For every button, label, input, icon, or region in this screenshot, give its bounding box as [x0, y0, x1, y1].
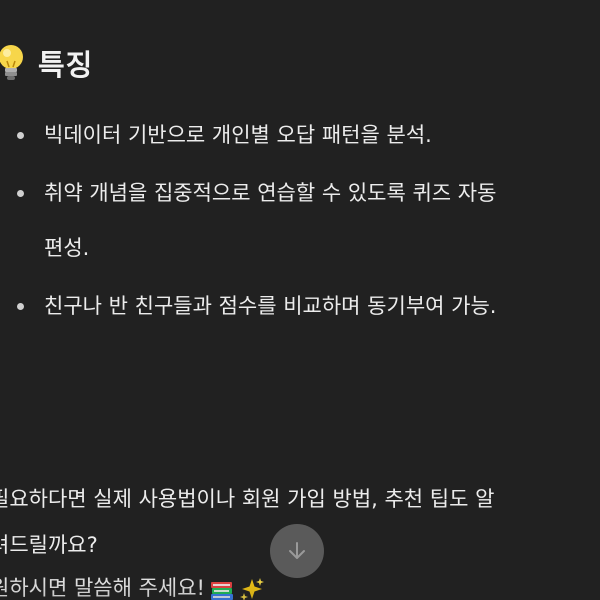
- closing-text: 원하시면 말씀해 주세요!: [0, 576, 205, 600]
- feature-text: 친구나 반 친구들과 점수를 비교하며 동기부여 가능.: [44, 294, 497, 318]
- feature-text: 취약 개념을 집중적으로 연습할 수 있도록 퀴즈 자동: [44, 181, 497, 205]
- sparkles-icon: [239, 578, 264, 600]
- feature-item: 취약 개념을 집중적으로 연습할 수 있도록 퀴즈 자동 편성.: [0, 166, 600, 276]
- closing-paragraph: 필요하다면 실제 사용법이나 회원 가입 방법, 추천 팁도 알 려드릴까요? …: [0, 476, 494, 600]
- bullet-icon: [17, 190, 24, 197]
- section-heading-text: 특징: [38, 48, 94, 82]
- closing-line: 필요하다면 실제 사용법이나 회원 가입 방법, 추천 팁도 알: [0, 487, 495, 511]
- light-bulb-icon: [0, 45, 23, 80]
- bullet-icon: [17, 303, 24, 310]
- feature-text: 빅데이터 기반으로 개인별 오답 패턴을 분석.: [44, 123, 432, 147]
- feature-item: 친구나 반 친구들과 점수를 비교하며 동기부여 가능.: [0, 279, 600, 334]
- scroll-to-bottom-button[interactable]: [270, 524, 324, 578]
- chat-message-area: 특징 빅데이터 기반으로 개인별 오답 패턴을 분석. 취약 개념을 집중적으로…: [0, 0, 600, 600]
- closing-line: 려드릴까요?: [0, 533, 98, 557]
- closing-line-with-emoji: 원하시면 말씀해 주세요!: [0, 568, 494, 600]
- feature-text-continued: 편성.: [44, 236, 90, 260]
- bullet-icon: [17, 132, 24, 139]
- arrow-down-icon: [289, 542, 305, 559]
- feature-list: 빅데이터 기반으로 개인별 오답 패턴을 분석. 취약 개념을 집중적으로 연습…: [0, 108, 600, 337]
- section-heading: 특징: [0, 40, 93, 86]
- books-icon: [210, 582, 233, 600]
- feature-item: 빅데이터 기반으로 개인별 오답 패턴을 분석.: [0, 108, 600, 163]
